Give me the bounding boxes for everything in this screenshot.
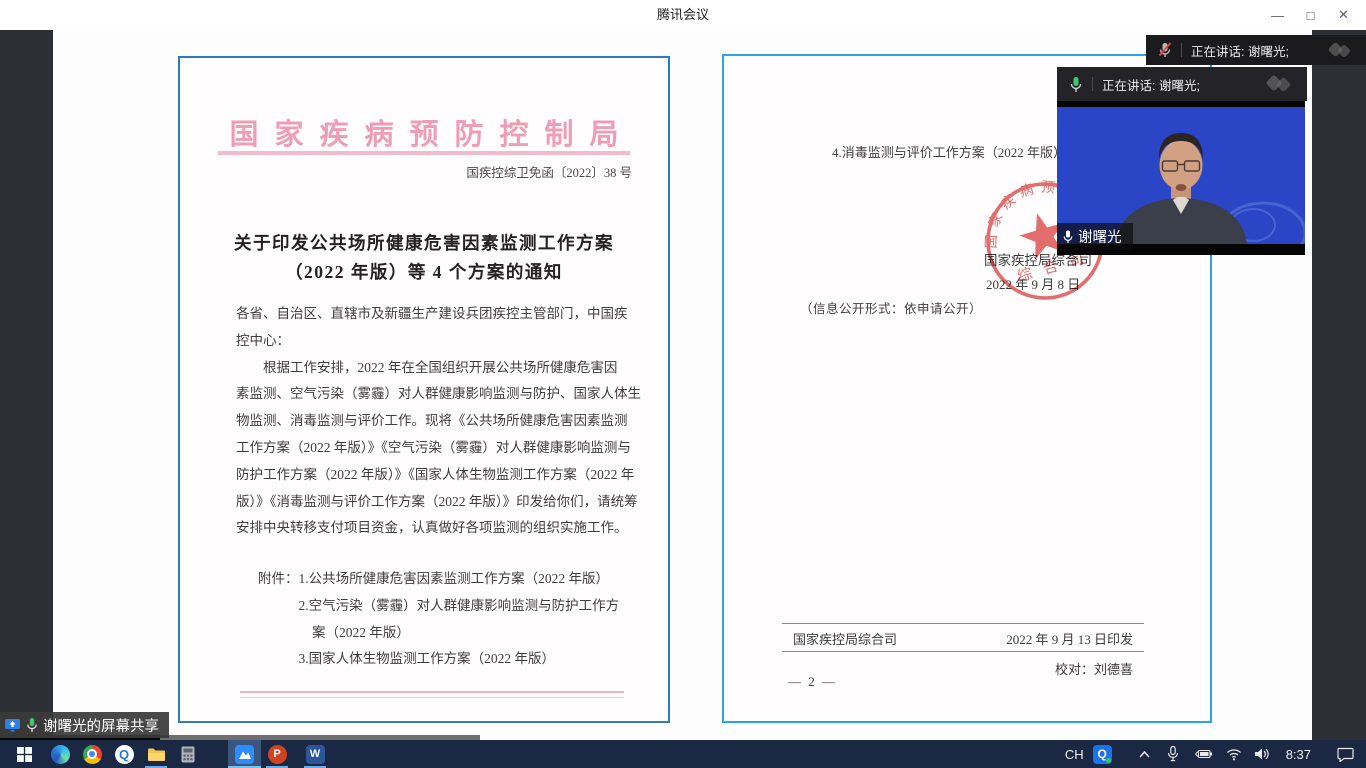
speaking-banner-text: 正在讲话: 谢曙光; [1102,75,1200,94]
document-text-line: 工作方案（2022 年版）》《空气污染（雾霾）对人群健康影响监测与 [236,435,648,462]
microphone-active-icon [26,717,38,733]
chrome-icon [83,745,102,764]
taskbar-apps: Q [4,740,331,768]
document-text-line: 安排中央转移支付项目资金，认真做好各项监测的组织实施工作。 [236,515,648,542]
speaker-name: 谢曙光 [1078,226,1122,247]
microphone-active-icon [1069,76,1083,93]
taskbar-item-chrome[interactable] [76,740,108,768]
tray-microphone[interactable] [1167,746,1179,762]
footer-rule-top [782,623,1144,624]
document-text-line: 版）》《消毒监测与评价工作方案（2022 年版）》印发给你们，请统筹 [236,489,648,516]
speaker-icon [1254,747,1271,761]
windows-logo-icon [17,747,32,762]
page-bottom-rule [240,691,624,698]
window-title: 腾讯会议 [0,0,1366,30]
document-title-line1: 关于印发公共场所健康危害因素监测工作方案 [180,230,668,255]
language-indicator[interactable]: CH [1065,747,1084,762]
document-text-line: 根据工作安排，2022 年在全国组织开展公共场所健康危害因 [236,355,648,382]
start-button[interactable] [4,740,44,768]
tencent-meeting-logo-watermark [1326,41,1356,59]
taskbar-item-word[interactable]: W [299,740,331,768]
speaking-banner-local: 正在讲话: 谢曙光; [1057,67,1307,101]
tray-battery[interactable] [1194,747,1213,761]
letterbox-right [1312,30,1366,740]
file-explorer-icon [147,747,166,762]
document-number: 国疾控综卫免函〔2022〕38 号 [466,162,632,181]
video-name-tag: 谢曙光 [1057,223,1133,250]
document-text-line: 2.空气污染（雾霾）对人群健康影响监测与防护工作方 [258,593,648,620]
document-body: 各省、自治区、直辖市及新疆生产建设兵团疾控主管部门，中国疾控中心： 根据工作安排… [236,301,648,542]
clock[interactable]: 8:37 [1286,747,1311,762]
wifi-icon [1226,747,1242,761]
taskbar-item-powerpoint[interactable]: P [261,740,293,768]
chevron-up-icon [1138,749,1151,759]
calculator-icon [181,746,195,763]
screen-share-icon [4,718,21,733]
tray-volume[interactable] [1254,747,1271,761]
tencent-meeting-logo-watermark [1263,74,1297,94]
window-controls: — □ ✕ [1261,0,1360,30]
maximize-button[interactable]: □ [1294,0,1327,30]
document-page-1: 国家疾病预防控制局 国疾控综卫免函〔2022〕38 号 关于印发公共场所健康危害… [178,56,670,723]
title-bar: 腾讯会议 — □ ✕ [0,0,1366,30]
tencent-meeting-icon [235,745,254,764]
battery-icon [1194,747,1213,761]
shared-screen-stage: 国家疾病预防控制局 国疾控综卫免函〔2022〕38 号 关于印发公共场所健康危害… [0,30,1366,740]
notification-bubble-icon [1337,747,1354,762]
screen-share-label: 谢曙光的屏幕共享 [43,715,159,736]
taskbar-item-calculator[interactable] [172,740,204,768]
screen-share-indicator: 谢曙光的屏幕共享 [0,712,169,738]
letterbox-left [0,30,53,740]
document-text-line: 素监测、空气污染（雾霾）对人群健康影响监测与防护、国家人体生 [236,381,648,408]
letterhead-rule [218,151,630,155]
speaking-banner-text: 正在讲话: 谢曙光; [1191,41,1289,60]
speaking-banner-shared: 正在讲话: 谢曙光; [1146,35,1366,65]
microphone-icon [1063,230,1073,244]
document-text-line: 各省、自治区、直辖市及新疆生产建设兵团疾控主管部门，中国疾 [236,301,648,328]
document-text-line: 物监测、消毒监测与评价工作。现将《公共场所健康危害因素监测 [236,408,648,435]
hidden-icons-chevron[interactable] [1138,749,1151,759]
banner-divider [1092,77,1093,91]
attachment-list: 附件：1.公共场所健康危害因素监测工作方案（2022 年版） 2.空气污染（雾霾… [258,566,648,673]
proofreader: 校对：刘德喜 [1055,659,1133,678]
document-text-line: 防护工作方案（2022 年版）》《国家人体生物监测工作方案（2022 年 [236,462,648,489]
windows-taskbar: Q [0,740,1366,768]
footer-print-date: 2022 年 9 月 13 日印发 [1006,630,1133,650]
footer-row: 国家疾控局综合司 2022 年 9 月 13 日印发 [782,630,1144,650]
taskbar-item-qq-browser[interactable]: Q [108,740,140,768]
minimize-button[interactable]: — [1261,0,1294,30]
banner-divider [1181,43,1182,57]
input-method-icon[interactable]: Q [1093,745,1112,764]
word-icon: W [306,745,325,764]
qq-browser-icon: Q [115,745,134,764]
footer-rule-bottom [782,651,1144,652]
taskbar-item-file-explorer[interactable] [140,740,172,768]
close-button[interactable]: ✕ [1327,0,1360,30]
disclosure-note: （信息公开形式：依申请公开） [800,298,982,317]
microphone-icon [1167,746,1179,762]
attachment-item-4: 4.消毒监测与评价工作方案（2022 年版） [832,142,1066,161]
system-tray: CH Q [1065,740,1366,768]
document-title-line2: （2022 年版）等 4 个方案的通知 [180,259,668,284]
document-text-line: 附件：1.公共场所健康危害因素监测工作方案（2022 年版） [258,566,648,593]
tray-wifi[interactable] [1226,747,1242,761]
letterhead-title: 国家疾病预防控制局 [180,111,668,153]
microphone-muted-icon [1158,42,1172,58]
taskbar-item-edge[interactable] [44,740,76,768]
speaker-video-thumbnail[interactable]: 谢曙光 [1057,101,1305,255]
document-text-line: 控中心： [236,328,648,355]
page-number: — 2 — [788,674,837,690]
edge-icon [51,745,70,764]
taskbar-item-tencent-meeting[interactable] [228,740,261,768]
meeting-window: 腾讯会议 — □ ✕ 国家疾病预防控制局 国疾控综卫免函〔2022〕38 号 关… [0,0,1366,768]
powerpoint-icon: P [268,745,287,764]
document-text-line: 3.国家人体生物监测工作方案（2022 年版） [258,646,648,673]
document-text-line: 案（2022 年版） [258,620,648,647]
action-center[interactable] [1337,747,1354,762]
footer-issuer: 国家疾控局综合司 [793,630,897,650]
